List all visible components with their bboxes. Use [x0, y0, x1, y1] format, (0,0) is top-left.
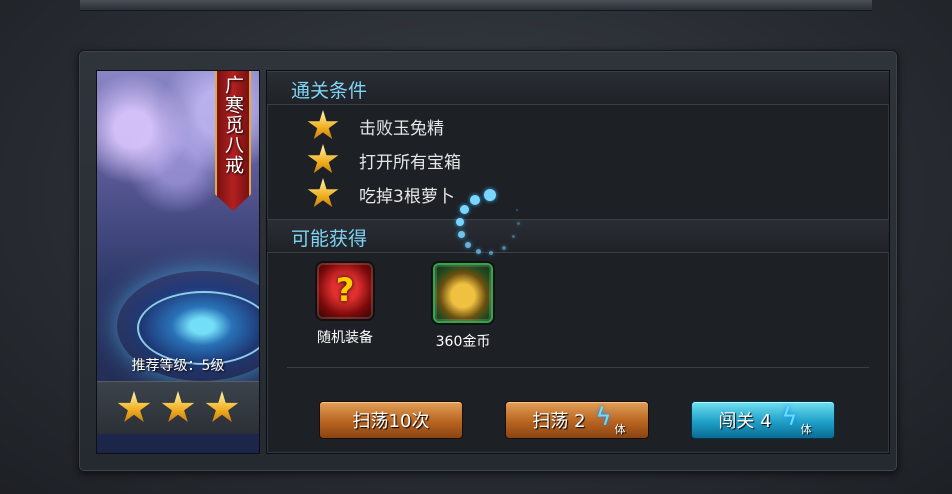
stage-name-banner: 广寒觅八戒	[215, 71, 251, 211]
stage-details-panel: 通关条件 击败玉兔精 打开所有宝箱 吃掉3根萝卜 可能获得 ? 随机装备 360…	[266, 70, 890, 454]
recommended-level: 推荐等级：5级	[131, 358, 225, 374]
stamina-icon: ϟ 体	[595, 403, 626, 436]
conditions-title: 通关条件	[291, 80, 368, 102]
condition-text: 击败玉兔精	[359, 118, 444, 139]
loading-spinner-icon	[450, 185, 530, 265]
sweep-label: 扫荡 2	[532, 411, 586, 432]
star-icon	[161, 391, 195, 422]
rewards-title: 可能获得	[291, 228, 368, 250]
stage-name: 广寒觅八戒	[222, 75, 244, 175]
sweep-10-label: 扫荡10次	[352, 411, 430, 432]
gold-coins-icon	[433, 263, 493, 323]
condition-item: 打开所有宝箱	[307, 143, 461, 177]
top-frame	[80, 0, 872, 11]
reward-item[interactable]: ? 随机装备	[305, 263, 385, 347]
reward-label: 随机装备	[317, 330, 373, 346]
star-icon	[117, 391, 151, 422]
conditions-header: 通关条件	[267, 71, 889, 105]
rewards-header: 可能获得	[267, 219, 889, 253]
question-equipment-icon: ?	[317, 263, 373, 319]
sweep-10-button[interactable]: 扫荡10次	[319, 401, 463, 439]
reward-label: 360金币	[435, 334, 491, 350]
star-icon	[307, 110, 339, 140]
condition-text: 打开所有宝箱	[359, 152, 461, 173]
condition-item: 击败玉兔精	[307, 109, 444, 143]
condition-text: 吃掉3根萝卜	[359, 186, 455, 207]
stamina-icon: ϟ 体	[781, 403, 812, 436]
condition-item: 吃掉3根萝卜	[307, 177, 455, 211]
challenge-label: 闯关 4	[718, 411, 772, 432]
sweep-button[interactable]: 扫荡 2 ϟ 体	[505, 401, 649, 439]
divider	[287, 367, 869, 368]
star-icon	[307, 144, 339, 174]
reward-item[interactable]: 360金币	[423, 263, 503, 351]
challenge-button[interactable]: 闯关 4 ϟ 体	[691, 401, 835, 439]
stage-card: 广寒觅八戒 推荐等级：5级	[96, 70, 260, 454]
portal-ring-art	[137, 291, 259, 365]
stage-stars	[97, 381, 259, 434]
star-icon	[307, 178, 339, 208]
star-icon	[205, 391, 239, 422]
